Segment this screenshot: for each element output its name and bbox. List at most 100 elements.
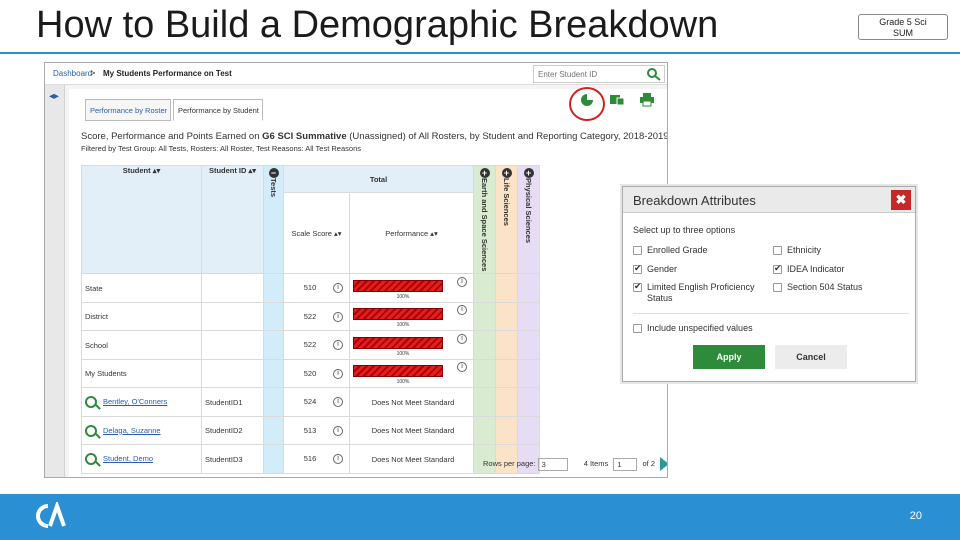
option-section-504[interactable]: Section 504 Status	[773, 282, 903, 293]
expand-icon[interactable]: +	[479, 168, 490, 178]
sort-icon[interactable]: ▴▾	[249, 166, 257, 175]
column-header-student-id[interactable]: Student ID ▴▾	[201, 164, 264, 275]
expand-icon[interactable]: +	[501, 168, 512, 178]
search-box	[533, 65, 665, 83]
performance-cell: Does Not Meet Standard	[349, 387, 474, 417]
dialog-title: Breakdown Attributes	[633, 193, 756, 208]
tab-performance-by-student[interactable]: Performance by Student	[173, 99, 263, 121]
column-header-earth-space[interactable]: + Earth and Space Sciences	[473, 164, 496, 275]
option-enrolled-grade[interactable]: Enrolled Grade	[633, 245, 773, 256]
zoom-icon[interactable]	[85, 424, 97, 437]
info-icon[interactable]: i	[333, 454, 343, 465]
info-icon[interactable]: i	[333, 311, 343, 322]
info-icon[interactable]: i	[457, 362, 467, 373]
cancel-button[interactable]: Cancel	[775, 345, 847, 369]
checkbox[interactable]	[633, 246, 642, 255]
next-page-icon[interactable]	[660, 457, 667, 471]
row-label: School	[81, 330, 202, 360]
info-icon[interactable]: i	[457, 305, 467, 316]
zoom-icon[interactable]	[85, 453, 97, 466]
table-row: Bentley, O'Conners StudentID1 524 i Does …	[81, 387, 540, 417]
zoom-icon[interactable]	[85, 396, 97, 409]
student-cell: Student, Demo	[81, 444, 202, 474]
search-input[interactable]	[534, 66, 642, 82]
filter-summary: Filtered by Test Group: All Tests, Roste…	[81, 144, 361, 153]
column-header-physical-sciences[interactable]: + Physical Sciences	[517, 164, 540, 275]
student-cell: Bentley, O'Conners	[81, 387, 202, 417]
student-link[interactable]: Bentley, O'Conners	[103, 397, 167, 406]
sidebar-toggle-icon[interactable]: ◂▸	[49, 91, 59, 102]
info-icon[interactable]: i	[457, 333, 467, 344]
performance-bar	[353, 336, 443, 349]
report-panel: Performance by Roster Performance by Stu…	[69, 87, 668, 477]
sort-icon[interactable]: ▴▾	[334, 229, 342, 238]
row-label: State	[81, 273, 202, 303]
student-link[interactable]: Delaga, Suzanne	[103, 426, 161, 435]
option-gender[interactable]: Gender	[633, 263, 773, 275]
student-id-cell: StudentID3	[201, 444, 264, 474]
print-icon[interactable]	[639, 93, 655, 107]
performance-bar	[353, 308, 443, 321]
footer-bar: 20	[0, 494, 960, 540]
breadcrumb: Dashboard > My Students Performance on T…	[45, 63, 667, 85]
info-icon[interactable]: i	[333, 368, 343, 379]
checkbox[interactable]	[633, 324, 642, 333]
breadcrumb-dashboard-link[interactable]: Dashboard	[53, 69, 92, 78]
table-row: State 510 i i 100%	[81, 273, 540, 303]
student-cell: Delaga, Suzanne	[81, 415, 202, 446]
app-screenshot: Dashboard > My Students Performance on T…	[44, 62, 668, 478]
dialog-prompt: Select up to three options	[633, 225, 736, 235]
student-id-cell: StudentID1	[201, 387, 264, 417]
scale-score-cell: 513 i	[283, 415, 350, 446]
column-header-performance[interactable]: Performance ▴▾	[349, 192, 474, 275]
table-row: My Students 520 i i 100%	[81, 358, 540, 389]
results-table: Student ▴▾ Student ID ▴▾ − Tests Total + E…	[81, 164, 540, 474]
option-ethnicity[interactable]: Ethnicity	[773, 245, 903, 256]
info-icon[interactable]: i	[333, 283, 343, 294]
student-id-cell: StudentID2	[201, 415, 264, 446]
sort-icon[interactable]: ▴▾	[153, 166, 161, 175]
close-icon[interactable]: ✖	[891, 190, 911, 210]
page-total: of 2	[642, 458, 656, 468]
checkbox[interactable]	[773, 246, 782, 255]
performance-cell: i 100%	[349, 273, 474, 303]
column-header-student[interactable]: Student ▴▾	[81, 164, 202, 275]
checkbox[interactable]	[773, 283, 782, 292]
info-icon[interactable]: i	[333, 340, 343, 351]
export-icon[interactable]	[609, 93, 625, 107]
report-heading: Score, Performance and Points Earned on …	[81, 131, 668, 142]
rows-per-page-input[interactable]: 3	[537, 457, 568, 471]
option-lep-status[interactable]: Limited English Proficiency Status	[633, 281, 773, 304]
column-header-tests[interactable]: − Tests	[263, 164, 284, 275]
info-icon[interactable]: i	[333, 425, 343, 436]
expand-icon[interactable]: +	[523, 168, 534, 178]
breakdown-attributes-dialog: Breakdown Attributes ✖ Select up to thre…	[622, 186, 916, 382]
items-count: 4 Items	[583, 458, 609, 468]
option-idea-indicator[interactable]: IDEA Indicator	[773, 263, 903, 275]
heading-suffix: (Unassigned) of All Rosters, by Student …	[346, 131, 668, 142]
bar-label: 100%	[396, 322, 410, 329]
dialog-header: Breakdown Attributes ✖	[623, 187, 915, 213]
tab-performance-by-roster[interactable]: Performance by Roster	[85, 99, 171, 121]
checkbox-checked[interactable]	[633, 263, 642, 274]
column-header-life-sciences[interactable]: + Life Sciences	[495, 164, 518, 275]
info-icon[interactable]: i	[457, 276, 467, 287]
search-icon[interactable]	[646, 67, 662, 81]
performance-cell: i 100%	[349, 358, 474, 389]
badge-line-1: Grade 5 Sci	[879, 17, 927, 27]
checkbox-checked[interactable]	[633, 281, 642, 292]
title-divider	[0, 52, 960, 54]
column-header-scale-score[interactable]: Scale Score ▴▾	[283, 192, 350, 275]
checkbox-checked[interactable]	[773, 263, 782, 274]
student-link[interactable]: Student, Demo	[103, 454, 153, 463]
apply-button[interactable]: Apply	[693, 345, 765, 369]
sort-icon[interactable]: ▴▾	[430, 229, 438, 238]
option-include-unspecified[interactable]: Include unspecified values	[633, 323, 833, 334]
dialog-divider	[633, 313, 909, 314]
breakdown-pie-icon[interactable]	[579, 93, 595, 107]
collapse-icon[interactable]: −	[268, 168, 279, 178]
page-number-input[interactable]: 1	[613, 457, 638, 471]
info-icon[interactable]: i	[333, 397, 343, 408]
performance-cell: i 100%	[349, 330, 474, 360]
table-row: District 522 i i 100%	[81, 301, 540, 332]
